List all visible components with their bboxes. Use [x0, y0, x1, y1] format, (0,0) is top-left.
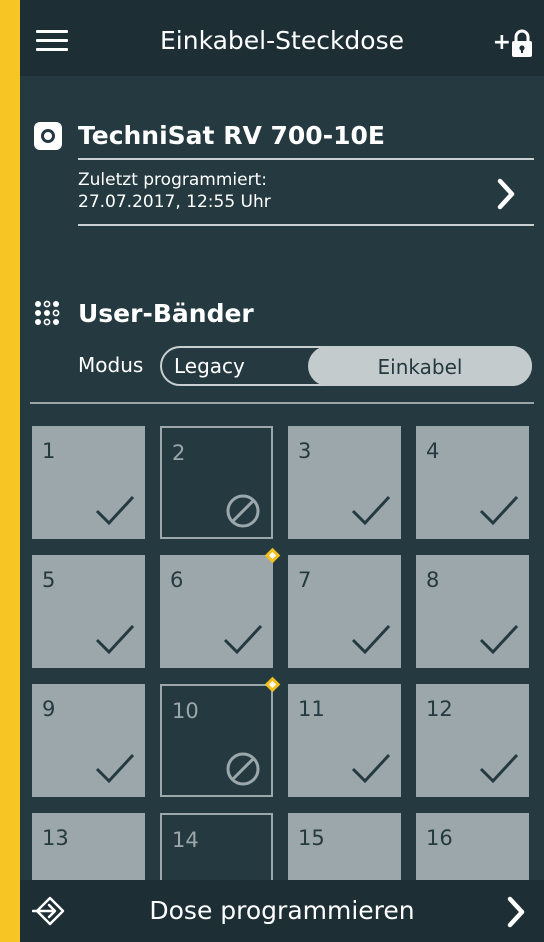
tile-number: 14 [172, 828, 199, 852]
checkmark-icon [479, 624, 519, 655]
user-band-tile[interactable]: 3 [288, 426, 401, 539]
user-band-tile[interactable]: 7 [288, 555, 401, 668]
checkmark-icon [479, 495, 519, 526]
page-title: Einkabel-Steckdose [159, 26, 404, 55]
tile-number: 9 [42, 697, 56, 721]
disabled-icon [226, 752, 260, 786]
footer-label: Dose programmieren [149, 896, 415, 925]
tile-number: 16 [426, 826, 453, 850]
user-band-tile[interactable]: 11 [288, 684, 401, 797]
tile-number: 8 [426, 568, 440, 592]
tile-number: 11 [298, 697, 325, 721]
checkmark-icon [351, 495, 391, 526]
last-programmed-row[interactable]: Zuletzt programmiert: 27.07.2017, 12:55 … [78, 170, 534, 226]
tile-number: 2 [172, 441, 186, 465]
user-band-tile[interactable]: 6 [160, 555, 273, 668]
checkmark-icon [95, 624, 135, 655]
tile-number: 4 [426, 439, 440, 463]
programmed-date: 27.07.2017, 12:55 Uhr [78, 192, 271, 212]
checkmark-icon [479, 753, 519, 784]
mode-toggle[interactable]: Legacy Einkabel [160, 346, 532, 386]
program-socket-button[interactable]: Dose programmieren [20, 880, 544, 942]
lock-icon [512, 29, 532, 57]
disabled-icon [226, 494, 260, 528]
user-band-tile[interactable]: 8 [416, 555, 529, 668]
checkmark-icon [95, 753, 135, 784]
tile-number: 6 [170, 568, 184, 592]
user-band-tile[interactable]: 4 [416, 426, 529, 539]
checkmark-icon [223, 624, 263, 655]
user-band-tile[interactable]: 1 [32, 426, 145, 539]
user-band-tile[interactable]: 12 [416, 684, 529, 797]
tile-number: 15 [298, 826, 325, 850]
tile-number: 10 [172, 699, 199, 723]
checkmark-icon [95, 495, 135, 526]
top-bar: Einkabel-Steckdose + [20, 0, 544, 76]
chevron-right-icon [497, 178, 515, 210]
tile-number: 13 [42, 826, 69, 850]
app-screen: Einkabel-Steckdose + TechniSat RV 700-10… [20, 0, 544, 942]
tile-number: 12 [426, 697, 453, 721]
tile-number: 1 [42, 439, 56, 463]
programmed-label: Zuletzt programmiert: [78, 170, 267, 190]
user-band-tile[interactable]: 2 [160, 426, 273, 539]
mode-option-einkabel[interactable]: Einkabel [308, 346, 532, 386]
device-icon [34, 122, 62, 150]
checkmark-icon [351, 624, 391, 655]
divider [30, 402, 534, 404]
user-band-tile[interactable]: 10 [160, 684, 273, 797]
user-band-tile[interactable]: 9 [32, 684, 145, 797]
hamburger-menu-icon[interactable] [36, 30, 68, 52]
checkmark-icon [351, 753, 391, 784]
user-band-tile[interactable]: 5 [32, 555, 145, 668]
tile-number: 3 [298, 439, 312, 463]
tile-number: 5 [42, 568, 56, 592]
unlock-button[interactable]: + [493, 28, 532, 58]
device-name: TechniSat RV 700-10E [78, 121, 385, 150]
dots-grid-icon [35, 300, 60, 326]
chevron-right-icon [507, 896, 525, 928]
mode-option-legacy[interactable]: Legacy [174, 353, 245, 379]
user-band-grid: 1 2 3 4 5 6 7 8 9 10 11 12 13 14 15 16 [32, 426, 544, 926]
tile-number: 7 [298, 568, 312, 592]
divider [78, 158, 534, 160]
section-title: User-Bänder [78, 299, 254, 328]
divider [78, 224, 534, 226]
mode-label: Modus [78, 353, 144, 377]
